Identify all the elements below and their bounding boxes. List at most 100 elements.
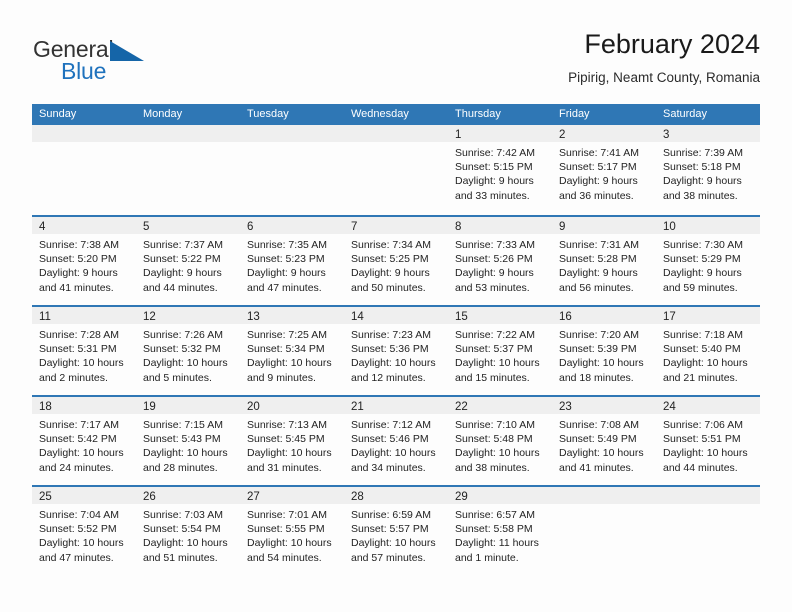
day-details: Sunrise: 7:28 AM Sunset: 5:31 PM Daylight:… bbox=[32, 324, 136, 385]
day-cell-9[interactable]: 9 Sunrise: 7:31 AM Sunset: 5:28 PM Daylight… bbox=[552, 217, 656, 305]
day-cell-17[interactable]: 17 Sunrise: 7:18 AM Sunset: 5:40 PM Dayligh… bbox=[656, 307, 760, 395]
day-number-band bbox=[344, 125, 448, 142]
day-number-band: 14 bbox=[344, 307, 448, 324]
day-detail-line: and 41 minutes. bbox=[39, 281, 114, 294]
day-cell-27[interactable]: 27 Sunrise: 7:01 AM Sunset: 5:55 PM Dayligh… bbox=[240, 487, 344, 575]
day-detail-line: Sunset: 5:23 PM bbox=[247, 253, 325, 266]
day-cell-16[interactable]: 16 Sunrise: 7:20 AM Sunset: 5:39 PM Dayligh… bbox=[552, 307, 656, 395]
day-details: Sunrise: 7:04 AM Sunset: 5:52 PM Daylight:… bbox=[32, 504, 136, 565]
day-cell-6[interactable]: 6 Sunrise: 7:35 AM Sunset: 5:23 PM Daylight… bbox=[240, 217, 344, 305]
day-detail-line: Sunrise: 7:25 AM bbox=[247, 329, 327, 341]
day-details: Sunrise: 7:18 AM Sunset: 5:40 PM Daylight:… bbox=[656, 324, 760, 385]
day-detail-line: Sunset: 5:17 PM bbox=[559, 161, 637, 174]
day-detail-line: and 51 minutes. bbox=[143, 551, 218, 564]
day-number-band: 17 bbox=[656, 307, 760, 324]
day-detail-line: Daylight: 9 hours bbox=[559, 267, 638, 280]
day-cell-18[interactable]: 18 Sunrise: 7:17 AM Sunset: 5:42 PM Dayligh… bbox=[32, 397, 136, 485]
day-cell-2[interactable]: 2 Sunrise: 7:41 AM Sunset: 5:17 PM Daylight… bbox=[552, 125, 656, 215]
day-number: 18 bbox=[39, 401, 52, 413]
weekday-header-friday: Friday bbox=[559, 108, 590, 120]
day-number-band bbox=[136, 125, 240, 142]
page-subtitle: Pipirig, Neamt County, Romania bbox=[568, 70, 760, 85]
day-detail-line: Sunset: 5:31 PM bbox=[39, 343, 117, 356]
day-detail-line: Sunrise: 7:08 AM bbox=[559, 419, 639, 431]
day-cell-1[interactable]: 1 Sunrise: 7:42 AM Sunset: 5:15 PM Daylight… bbox=[448, 125, 552, 215]
day-detail-line: Sunset: 5:18 PM bbox=[663, 161, 741, 174]
day-detail-line: Sunrise: 7:28 AM bbox=[39, 329, 119, 341]
weekday-header-thursday: Thursday bbox=[455, 108, 501, 120]
day-cell-24[interactable]: 24 Sunrise: 7:06 AM Sunset: 5:51 PM Dayligh… bbox=[656, 397, 760, 485]
day-number-band: 16 bbox=[552, 307, 656, 324]
day-number-band: 18 bbox=[32, 397, 136, 414]
day-detail-line: Sunset: 5:37 PM bbox=[455, 343, 533, 356]
day-details: Sunrise: 7:38 AM Sunset: 5:20 PM Daylight:… bbox=[32, 234, 136, 295]
day-cell-empty bbox=[240, 125, 344, 215]
day-cell-8[interactable]: 8 Sunrise: 7:33 AM Sunset: 5:26 PM Daylight… bbox=[448, 217, 552, 305]
day-detail-line: Sunrise: 7:42 AM bbox=[455, 147, 535, 159]
day-number: 22 bbox=[455, 401, 468, 413]
day-details: Sunrise: 7:12 AM Sunset: 5:46 PM Daylight:… bbox=[344, 414, 448, 475]
page-title: February 2024 bbox=[584, 29, 760, 59]
day-cell-22[interactable]: 22 Sunrise: 7:10 AM Sunset: 5:48 PM Dayligh… bbox=[448, 397, 552, 485]
day-detail-line: Daylight: 10 hours bbox=[351, 537, 436, 550]
day-number: 12 bbox=[143, 311, 156, 323]
day-cell-19[interactable]: 19 Sunrise: 7:15 AM Sunset: 5:43 PM Dayligh… bbox=[136, 397, 240, 485]
day-cell-12[interactable]: 12 Sunrise: 7:26 AM Sunset: 5:32 PM Dayligh… bbox=[136, 307, 240, 395]
day-cell-23[interactable]: 23 Sunrise: 7:08 AM Sunset: 5:49 PM Dayligh… bbox=[552, 397, 656, 485]
day-cell-14[interactable]: 14 Sunrise: 7:23 AM Sunset: 5:36 PM Dayligh… bbox=[344, 307, 448, 395]
day-detail-line: Sunset: 5:51 PM bbox=[663, 433, 741, 446]
day-cell-26[interactable]: 26 Sunrise: 7:03 AM Sunset: 5:54 PM Dayligh… bbox=[136, 487, 240, 575]
day-number: 26 bbox=[143, 491, 156, 503]
day-cell-29[interactable]: 29 Sunrise: 6:57 AM Sunset: 5:58 PM Dayligh… bbox=[448, 487, 552, 575]
day-detail-line: Daylight: 10 hours bbox=[559, 447, 644, 460]
day-cell-15[interactable]: 15 Sunrise: 7:22 AM Sunset: 5:37 PM Dayligh… bbox=[448, 307, 552, 395]
day-details: Sunrise: 7:22 AM Sunset: 5:37 PM Daylight:… bbox=[448, 324, 552, 385]
brand-logo[interactable]: General Blue bbox=[32, 36, 162, 90]
title-block: February 2024 Pipirig, Neamt County, Rom… bbox=[568, 28, 760, 87]
day-details: Sunrise: 7:33 AM Sunset: 5:26 PM Daylight:… bbox=[448, 234, 552, 295]
day-detail-line: Sunset: 5:39 PM bbox=[559, 343, 637, 356]
day-detail-line: Daylight: 9 hours bbox=[143, 267, 222, 280]
day-cell-7[interactable]: 7 Sunrise: 7:34 AM Sunset: 5:25 PM Daylight… bbox=[344, 217, 448, 305]
day-cell-13[interactable]: 13 Sunrise: 7:25 AM Sunset: 5:34 PM Dayligh… bbox=[240, 307, 344, 395]
day-cell-21[interactable]: 21 Sunrise: 7:12 AM Sunset: 5:46 PM Dayligh… bbox=[344, 397, 448, 485]
day-details: Sunrise: 7:15 AM Sunset: 5:43 PM Daylight:… bbox=[136, 414, 240, 475]
day-detail-line: Sunset: 5:48 PM bbox=[455, 433, 533, 446]
day-cell-28[interactable]: 28 Sunrise: 6:59 AM Sunset: 5:57 PM Dayligh… bbox=[344, 487, 448, 575]
day-detail-line: Sunset: 5:52 PM bbox=[39, 523, 117, 536]
day-number: 16 bbox=[559, 311, 572, 323]
day-number-band: 4 bbox=[32, 217, 136, 234]
day-cell-empty bbox=[136, 125, 240, 215]
day-detail-line: Sunrise: 7:10 AM bbox=[455, 419, 535, 431]
day-detail-line: and 41 minutes. bbox=[559, 461, 634, 474]
day-detail-line: Sunrise: 7:41 AM bbox=[559, 147, 639, 159]
day-details: Sunrise: 7:25 AM Sunset: 5:34 PM Daylight:… bbox=[240, 324, 344, 385]
day-cell-empty bbox=[656, 487, 760, 575]
day-details: Sunrise: 6:57 AM Sunset: 5:58 PM Daylight:… bbox=[448, 504, 552, 565]
day-detail-line: Sunrise: 7:39 AM bbox=[663, 147, 743, 159]
day-detail-line: Sunset: 5:22 PM bbox=[143, 253, 221, 266]
day-detail-line: Daylight: 10 hours bbox=[351, 447, 436, 460]
day-detail-line: Sunset: 5:34 PM bbox=[247, 343, 325, 356]
day-detail-line: Sunset: 5:57 PM bbox=[351, 523, 429, 536]
day-detail-line: Sunrise: 7:15 AM bbox=[143, 419, 223, 431]
day-detail-line: and 50 minutes. bbox=[351, 281, 426, 294]
day-number: 17 bbox=[663, 311, 676, 323]
day-cell-5[interactable]: 5 Sunrise: 7:37 AM Sunset: 5:22 PM Daylight… bbox=[136, 217, 240, 305]
day-details: Sunrise: 7:23 AM Sunset: 5:36 PM Daylight:… bbox=[344, 324, 448, 385]
day-details: Sunrise: 7:41 AM Sunset: 5:17 PM Daylight:… bbox=[552, 142, 656, 203]
day-cell-4[interactable]: 4 Sunrise: 7:38 AM Sunset: 5:20 PM Daylight… bbox=[32, 217, 136, 305]
day-detail-line: and 36 minutes. bbox=[559, 189, 634, 202]
day-detail-line: Daylight: 10 hours bbox=[247, 537, 332, 550]
day-detail-line: and 47 minutes. bbox=[39, 551, 114, 564]
day-details: Sunrise: 7:17 AM Sunset: 5:42 PM Daylight:… bbox=[32, 414, 136, 475]
day-cell-10[interactable]: 10 Sunrise: 7:30 AM Sunset: 5:29 PM Dayligh… bbox=[656, 217, 760, 305]
day-number: 5 bbox=[143, 221, 150, 233]
day-detail-line: Sunset: 5:15 PM bbox=[455, 161, 533, 174]
day-cell-20[interactable]: 20 Sunrise: 7:13 AM Sunset: 5:45 PM Dayligh… bbox=[240, 397, 344, 485]
day-detail-line: and 44 minutes. bbox=[663, 461, 738, 474]
day-detail-line: and 38 minutes. bbox=[455, 461, 530, 474]
day-cell-11[interactable]: 11 Sunrise: 7:28 AM Sunset: 5:31 PM Dayligh… bbox=[32, 307, 136, 395]
day-cell-3[interactable]: 3 Sunrise: 7:39 AM Sunset: 5:18 PM Daylight… bbox=[656, 125, 760, 215]
day-cell-25[interactable]: 25 Sunrise: 7:04 AM Sunset: 5:52 PM Dayligh… bbox=[32, 487, 136, 575]
